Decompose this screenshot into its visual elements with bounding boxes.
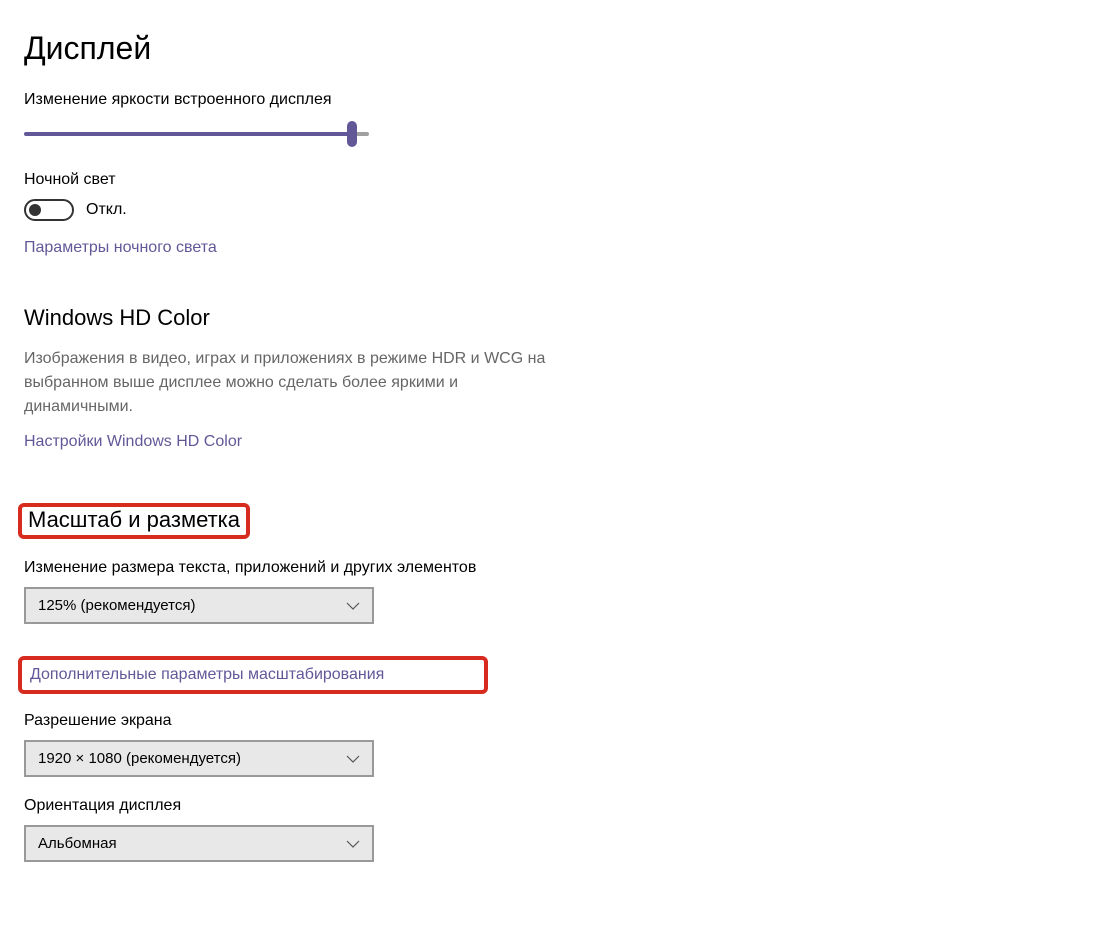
chevron-down-icon xyxy=(346,602,360,610)
slider-fill xyxy=(24,132,352,136)
advanced-scaling-highlight: Дополнительные параметры масштабирования xyxy=(18,656,488,694)
scale-dropdown[interactable]: 125% (рекомендуется) xyxy=(24,587,374,624)
chevron-down-icon xyxy=(346,755,360,763)
resolution-label: Разрешение экрана xyxy=(24,712,1069,730)
night-light-label: Ночной свет xyxy=(24,171,1069,189)
scale-dropdown-value: 125% (рекомендуется) xyxy=(38,597,195,614)
orientation-label: Ориентация дисплея xyxy=(24,797,1069,815)
toggle-knob xyxy=(29,204,41,216)
hd-color-title: Windows HD Color xyxy=(24,305,1069,331)
advanced-scaling-link[interactable]: Дополнительные параметры масштабирования xyxy=(30,666,384,684)
night-light-state: Откл. xyxy=(86,201,127,219)
scale-label: Изменение размера текста, приложений и д… xyxy=(24,559,1069,577)
orientation-dropdown[interactable]: Альбомная xyxy=(24,825,374,862)
hd-color-description: Изображения в видео, играх и приложениях… xyxy=(24,347,564,419)
scale-section-title: Масштаб и разметка xyxy=(28,507,240,533)
scale-title-highlight: Масштаб и разметка xyxy=(18,503,250,539)
page-title: Дисплей xyxy=(24,30,1069,67)
resolution-dropdown-value: 1920 × 1080 (рекомендуется) xyxy=(38,750,241,767)
brightness-slider[interactable] xyxy=(24,119,369,149)
brightness-label: Изменение яркости встроенного дисплея xyxy=(24,91,1069,109)
hd-color-settings-link[interactable]: Настройки Windows HD Color xyxy=(24,433,242,451)
chevron-down-icon xyxy=(346,840,360,848)
slider-thumb[interactable] xyxy=(347,121,357,147)
night-light-toggle[interactable] xyxy=(24,199,74,221)
night-light-settings-link[interactable]: Параметры ночного света xyxy=(24,239,217,257)
resolution-dropdown[interactable]: 1920 × 1080 (рекомендуется) xyxy=(24,740,374,777)
orientation-dropdown-value: Альбомная xyxy=(38,835,117,852)
